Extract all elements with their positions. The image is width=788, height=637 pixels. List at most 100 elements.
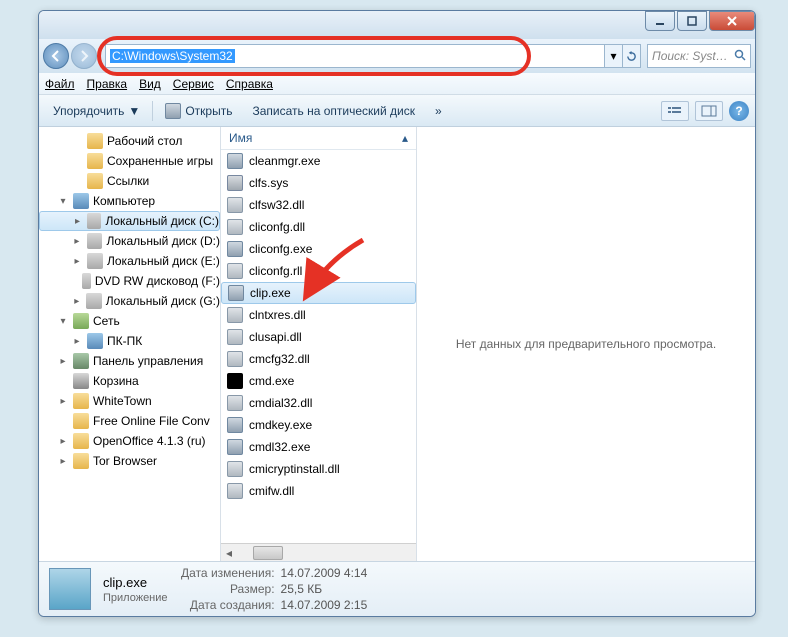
address-dropdown-button[interactable]: ▾: [605, 44, 623, 68]
tree-item[interactable]: DVD RW дисковод (F:): [39, 271, 220, 291]
file-name: cmdial32.dll: [249, 396, 312, 410]
tree-item[interactable]: ▾Сеть: [39, 311, 220, 331]
address-input[interactable]: C:\Windows\System32: [105, 44, 605, 68]
menu-view[interactable]: Вид: [139, 77, 161, 91]
open-button[interactable]: Открыть: [157, 100, 240, 122]
tree-item[interactable]: ▾Компьютер: [39, 191, 220, 211]
expand-toggle[interactable]: ▸: [71, 256, 83, 267]
label-modified: Дата изменения:: [180, 566, 275, 580]
tree-item[interactable]: Рабочий стол: [39, 131, 220, 151]
file-item[interactable]: cmcfg32.dll: [221, 348, 416, 370]
file-icon: [227, 263, 243, 279]
tree-item[interactable]: ▸Локальный диск (D:): [39, 231, 220, 251]
tree-item[interactable]: ▸Tor Browser: [39, 451, 220, 471]
expand-toggle[interactable]: ▾: [57, 196, 69, 207]
tree-item[interactable]: ▸ Панель управления: [39, 351, 220, 371]
menu-help[interactable]: Справка: [226, 77, 273, 91]
organize-button[interactable]: Упорядочить ▼: [45, 101, 148, 121]
menu-bar: Файл Правка Вид Сервис Справка: [39, 73, 755, 95]
expand-toggle[interactable]: ▾: [57, 316, 69, 327]
file-name: cmdl32.exe: [249, 440, 310, 454]
tree-item-label: Ссылки: [107, 174, 149, 188]
expand-toggle[interactable]: ▸: [71, 296, 82, 307]
navigation-tree[interactable]: Рабочий стол Сохраненные игры Ссылки ▾Компь…: [39, 127, 221, 561]
burn-button[interactable]: Записать на оптический диск: [244, 101, 423, 121]
tree-item[interactable]: Free Online File Conv: [39, 411, 220, 431]
tree-item[interactable]: ▸OpenOffice 4.1.3 (ru): [39, 431, 220, 451]
menu-file[interactable]: Файл: [45, 77, 75, 91]
expand-toggle[interactable]: ▸: [72, 216, 83, 227]
value-modified: 14.07.2009 4:14: [281, 566, 368, 580]
tree-item[interactable]: Сохраненные игры: [39, 151, 220, 171]
file-item[interactable]: cmdial32.dll: [221, 392, 416, 414]
file-list[interactable]: cleanmgr.exe clfs.sys clfsw32.dll cliconfg.…: [221, 150, 416, 543]
details-filetype: Приложение: [103, 592, 168, 604]
nav-forward-button[interactable]: [71, 43, 97, 69]
tree-item[interactable]: ▸ ПК-ПК: [39, 331, 220, 351]
toolbar-overflow[interactable]: »: [427, 101, 450, 121]
search-input[interactable]: Поиск: Syst…: [647, 44, 751, 68]
titlebar: [39, 11, 755, 39]
folder-icon: [87, 133, 103, 149]
preview-pane-button[interactable]: [695, 101, 723, 121]
folder-icon: [87, 153, 103, 169]
tree-item[interactable]: Корзина: [39, 371, 220, 391]
menu-edit[interactable]: Правка: [87, 77, 128, 91]
nav-back-button[interactable]: [43, 43, 69, 69]
network-icon: [73, 313, 89, 329]
tree-item[interactable]: ▸Локальный диск (G:): [39, 291, 220, 311]
file-item[interactable]: cmd.exe: [221, 370, 416, 392]
scrollbar-thumb[interactable]: [253, 546, 283, 560]
expand-toggle[interactable]: ▸: [71, 236, 83, 247]
tree-item-label: Сохраненные игры: [107, 154, 213, 168]
file-item[interactable]: clfsw32.dll: [221, 194, 416, 216]
expand-toggle[interactable]: ▸: [57, 456, 69, 467]
recycle-icon: [73, 373, 89, 389]
value-size: 25,5 КБ: [281, 582, 323, 596]
file-name: cliconfg.dll: [249, 220, 305, 234]
file-item[interactable]: clip.exe: [221, 282, 416, 304]
menu-tools[interactable]: Сервис: [173, 77, 214, 91]
expand-toggle[interactable]: ▸: [57, 436, 69, 447]
file-item[interactable]: cmifw.dll: [221, 480, 416, 502]
horizontal-scrollbar[interactable]: ◂: [221, 543, 416, 561]
refresh-button[interactable]: [623, 44, 641, 68]
expand-toggle[interactable]: ▸: [71, 336, 83, 347]
file-icon: [227, 395, 243, 411]
view-options-button[interactable]: [661, 101, 689, 121]
tree-item-label: ПК-ПК: [107, 334, 142, 348]
file-item[interactable]: cmdkey.exe: [221, 414, 416, 436]
expand-toggle[interactable]: ▸: [57, 396, 69, 407]
file-item[interactable]: cliconfg.dll: [221, 216, 416, 238]
computer-icon: [87, 333, 103, 349]
file-item[interactable]: clusapi.dll: [221, 326, 416, 348]
tree-item[interactable]: Ссылки: [39, 171, 220, 191]
minimize-button[interactable]: [645, 11, 675, 31]
maximize-button[interactable]: [677, 11, 707, 31]
file-item[interactable]: cmdl32.exe: [221, 436, 416, 458]
scroll-button-left[interactable]: ◂: [221, 546, 237, 560]
tree-item-label: Корзина: [93, 374, 139, 388]
file-icon: [227, 175, 243, 191]
preview-pane: Нет данных для предварительного просмотр…: [417, 127, 755, 561]
file-item[interactable]: cliconfg.exe: [221, 238, 416, 260]
details-pane: clip.exe Приложение Дата изменения: 14.07…: [39, 561, 755, 616]
file-item[interactable]: cliconfg.rll: [221, 260, 416, 282]
expand-toggle[interactable]: ▸: [57, 356, 69, 367]
file-item[interactable]: clntxres.dll: [221, 304, 416, 326]
tree-item[interactable]: ▸Локальный диск (E:): [39, 251, 220, 271]
file-item[interactable]: cleanmgr.exe: [221, 150, 416, 172]
file-name: clfs.sys: [249, 176, 288, 190]
help-button[interactable]: ?: [729, 101, 749, 121]
tree-item[interactable]: ▸Локальный диск (C:): [39, 211, 220, 231]
folder-icon: [73, 413, 89, 429]
tree-item-label: Панель управления: [93, 354, 203, 368]
column-header-name[interactable]: Имя ▴: [221, 127, 416, 150]
close-button[interactable]: [709, 11, 755, 31]
file-icon: [227, 197, 243, 213]
tree-item[interactable]: ▸WhiteTown: [39, 391, 220, 411]
file-item[interactable]: cmicryptinstall.dll: [221, 458, 416, 480]
file-item[interactable]: clfs.sys: [221, 172, 416, 194]
details-filename: clip.exe: [103, 575, 168, 590]
drive-icon: [87, 233, 103, 249]
